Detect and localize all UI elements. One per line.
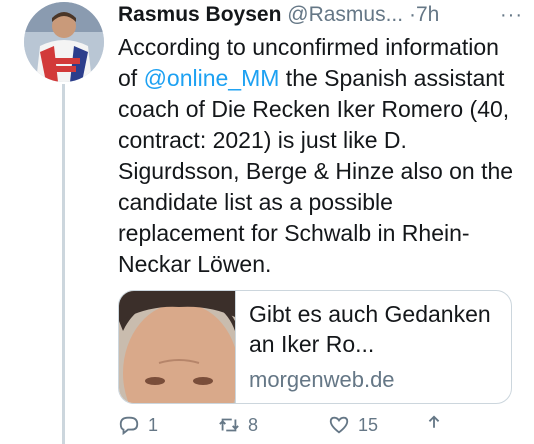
share-button[interactable] bbox=[423, 414, 445, 436]
retweet-icon bbox=[219, 418, 239, 432]
card-title: Gibt es auch Gedanken an Iker Ro... bbox=[249, 301, 491, 357]
tweet-actions: 1 8 15 bbox=[118, 414, 528, 436]
tweet-text: According to unconfirmed information of … bbox=[118, 32, 523, 280]
retweet-count: 8 bbox=[248, 414, 259, 435]
card-domain: morgenweb.de bbox=[249, 367, 395, 392]
retweet-button[interactable]: 8 bbox=[218, 414, 258, 436]
mention-link[interactable]: @online_MM bbox=[144, 65, 280, 91]
card-divider bbox=[235, 291, 236, 403]
like-button[interactable]: 15 bbox=[328, 414, 378, 436]
card-text: Gibt es auch Gedanken an Iker Ro... morg… bbox=[249, 299, 507, 395]
separator: · bbox=[408, 3, 416, 26]
card-thumbnail bbox=[119, 291, 235, 403]
tweet-text-part-2: the Spanish assistant coach of Die Recke… bbox=[118, 65, 514, 277]
reply-button[interactable]: 1 bbox=[118, 414, 158, 436]
author-handle[interactable]: @Rasmus... bbox=[287, 3, 403, 26]
reply-count: 1 bbox=[148, 414, 159, 435]
like-count: 15 bbox=[358, 414, 379, 435]
share-icon bbox=[428, 415, 440, 428]
more-options-icon[interactable]: ··· bbox=[500, 0, 523, 30]
tweet[interactable]: Rasmus Boysen @Rasmus... ·7h ··· Accordi… bbox=[118, 0, 523, 280]
heart-icon bbox=[329, 416, 349, 434]
avatar[interactable] bbox=[24, 2, 104, 82]
avatar-image bbox=[24, 2, 104, 82]
tweet-header: Rasmus Boysen @Rasmus... ·7h ··· bbox=[118, 0, 523, 32]
link-preview-card[interactable]: Gibt es auch Gedanken an Iker Ro... morg… bbox=[118, 290, 512, 404]
thread-line bbox=[62, 84, 65, 444]
author-name[interactable]: Rasmus Boysen bbox=[118, 3, 281, 26]
timestamp[interactable]: 7h bbox=[416, 3, 439, 26]
reply-icon bbox=[119, 416, 139, 436]
